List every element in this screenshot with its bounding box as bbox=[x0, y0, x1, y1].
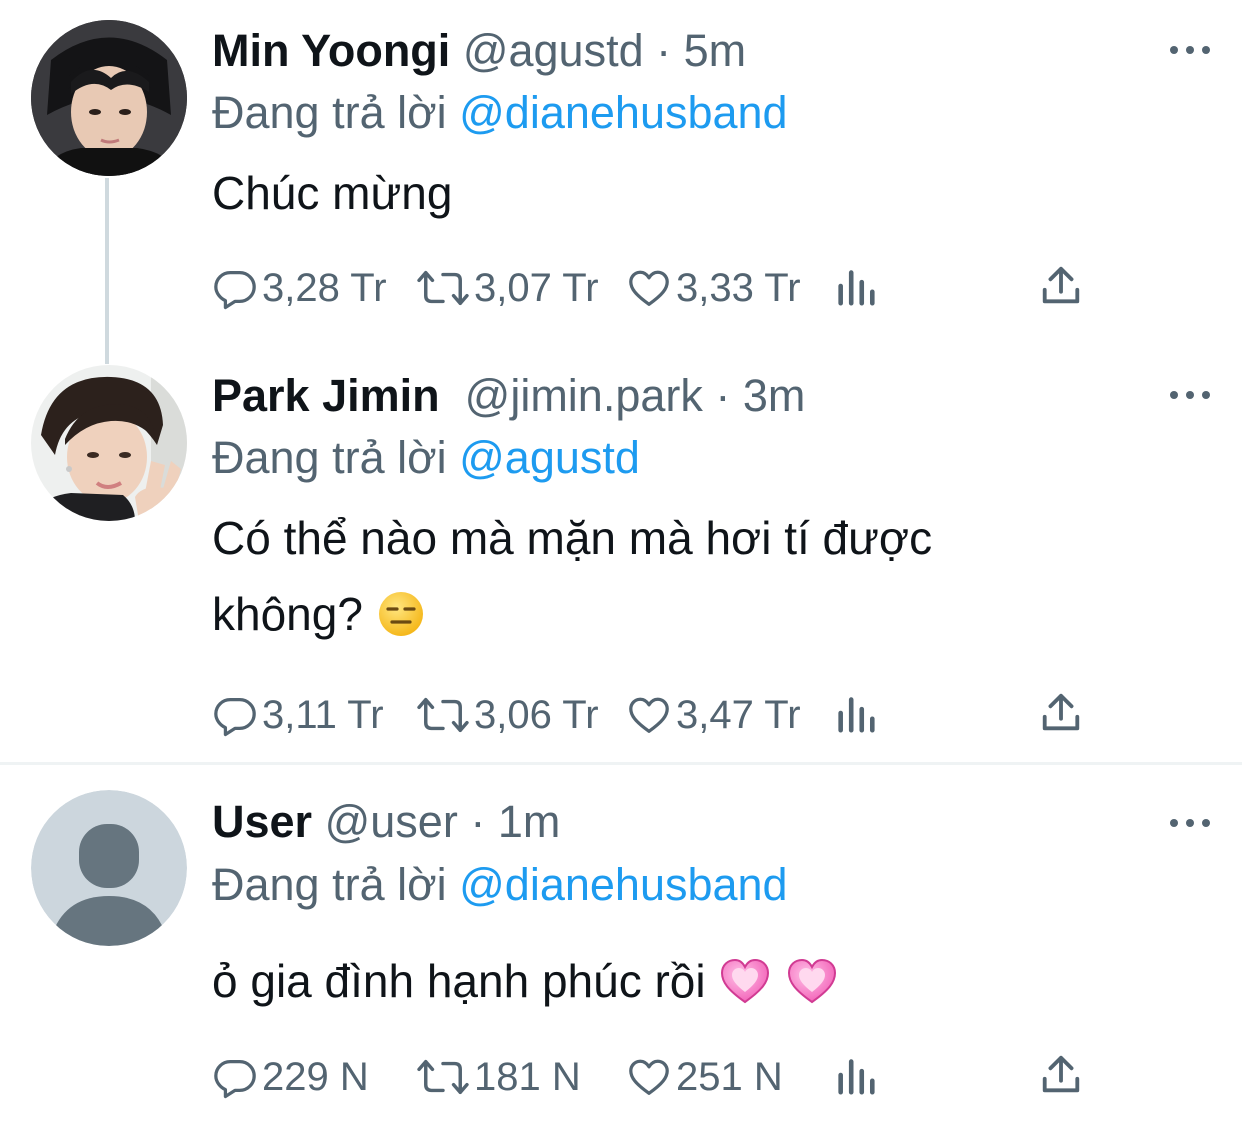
retweet-count: 3,06 Tr bbox=[474, 693, 599, 737]
growing-heart-emoji bbox=[788, 958, 837, 1004]
mention-link[interactable]: @dianehusband bbox=[459, 859, 787, 910]
replying-to-line: Đang trả lời @dianehusband bbox=[212, 88, 788, 138]
replying-to-label: Đang trả lời bbox=[212, 432, 447, 483]
retweet-count: 3,07 Tr bbox=[474, 266, 599, 310]
display-name[interactable]: User bbox=[212, 796, 312, 847]
share-icon bbox=[1042, 693, 1080, 731]
tweet[interactable]: Park Jimin @jimin.park · 3m Đang trả lời… bbox=[0, 345, 1242, 763]
separator: · bbox=[656, 25, 672, 76]
reply-count: 3,28 Tr bbox=[262, 266, 387, 310]
views-button[interactable] bbox=[834, 690, 878, 736]
reply-button[interactable]: 3,11 Tr bbox=[212, 690, 384, 740]
growing-heart-emoji bbox=[721, 958, 770, 1004]
share-button[interactable] bbox=[1038, 263, 1084, 309]
share-icon bbox=[1042, 1055, 1080, 1093]
more-dots-icon[interactable] bbox=[1170, 40, 1210, 60]
mention-link[interactable]: @agustd bbox=[459, 432, 640, 483]
bar-chart-icon bbox=[838, 697, 875, 733]
retweet-icon bbox=[417, 1059, 469, 1095]
avatar[interactable] bbox=[31, 365, 187, 521]
speech-bubble-icon bbox=[214, 698, 256, 737]
tweet-text-line-1: ỏ gia đình hạnh phúc rồi bbox=[212, 943, 1112, 1019]
tweet-text-line: Chúc mừng bbox=[212, 167, 453, 219]
tweet[interactable]: User @user · 1m Đang trả lời @dianehusba… bbox=[0, 765, 1242, 1124]
retweet-count: 181 N bbox=[474, 1055, 581, 1099]
expressionless-face-emoji bbox=[378, 591, 423, 636]
views-button[interactable] bbox=[834, 1052, 878, 1098]
separator: · bbox=[715, 370, 731, 421]
avatar[interactable] bbox=[31, 790, 187, 946]
replying-to-line: Đang trả lời @agustd bbox=[212, 433, 640, 483]
tweet-text: ỏ gia đình hạnh phúc rồi bbox=[212, 943, 1112, 1019]
like-button[interactable]: 3,47 Tr bbox=[626, 690, 801, 740]
user-handle[interactable]: @agustd bbox=[463, 25, 644, 76]
tweet-text-line-2: không? bbox=[212, 576, 1112, 652]
replying-to-label: Đang trả lời bbox=[212, 87, 447, 138]
replying-to-label: Đang trả lời bbox=[212, 859, 447, 910]
action-bar: 229 N 181 N 251 N bbox=[212, 1052, 1092, 1102]
heart-icon bbox=[629, 697, 669, 733]
tweet[interactable]: Min Yoongi @agustd · 5m Đang trả lời @di… bbox=[0, 0, 1242, 345]
bar-chart-icon bbox=[838, 1059, 875, 1095]
bar-chart-icon bbox=[838, 270, 875, 306]
reply-button[interactable]: 229 N bbox=[212, 1052, 369, 1102]
heart-icon bbox=[629, 1059, 669, 1095]
timestamp[interactable]: 1m bbox=[498, 796, 561, 847]
tweet-text: Chúc mừng bbox=[212, 155, 1112, 231]
display-name[interactable]: Min Yoongi bbox=[212, 25, 450, 76]
retweet-icon bbox=[417, 697, 469, 733]
retweet-button[interactable]: 3,07 Tr bbox=[416, 263, 599, 313]
views-button[interactable] bbox=[834, 263, 878, 309]
tweet-header: Min Yoongi @agustd · 5m bbox=[212, 26, 746, 76]
tweet-header: Park Jimin @jimin.park · 3m bbox=[212, 371, 805, 421]
share-button[interactable] bbox=[1038, 1052, 1084, 1098]
tweet-header: User @user · 1m bbox=[212, 797, 560, 847]
share-icon bbox=[1042, 266, 1080, 304]
user-handle[interactable]: @user bbox=[325, 796, 458, 847]
like-button[interactable]: 251 N bbox=[626, 1052, 783, 1102]
tweet-text-line: không? bbox=[212, 588, 363, 640]
more-dots-icon[interactable] bbox=[1170, 385, 1210, 405]
like-count: 251 N bbox=[676, 1055, 783, 1099]
share-button[interactable] bbox=[1038, 690, 1084, 736]
retweet-icon bbox=[417, 270, 469, 306]
heart-icon bbox=[629, 270, 669, 306]
reply-count: 3,11 Tr bbox=[262, 693, 384, 737]
avatar[interactable] bbox=[31, 20, 187, 176]
timestamp[interactable]: 5m bbox=[684, 25, 747, 76]
display-name[interactable]: Park Jimin bbox=[212, 370, 440, 421]
like-button[interactable]: 3,33 Tr bbox=[626, 263, 801, 313]
action-bar: 3,11 Tr 3,06 Tr 3,47 Tr bbox=[212, 690, 1092, 740]
reply-button[interactable]: 3,28 Tr bbox=[212, 263, 387, 313]
retweet-button[interactable]: 3,06 Tr bbox=[416, 690, 599, 740]
speech-bubble-icon bbox=[214, 271, 256, 310]
retweet-button[interactable]: 181 N bbox=[416, 1052, 581, 1102]
tweet-text-line: Có thể nào mà mặn mà hơi tí được bbox=[212, 512, 933, 564]
like-count: 3,33 Tr bbox=[676, 266, 801, 310]
reply-feed: Min Yoongi @agustd · 5m Đang trả lời @di… bbox=[0, 0, 1242, 1124]
like-count: 3,47 Tr bbox=[676, 693, 801, 737]
mention-link[interactable]: @dianehusband bbox=[459, 87, 787, 138]
timestamp[interactable]: 3m bbox=[743, 370, 806, 421]
reply-count: 229 N bbox=[262, 1055, 369, 1099]
tweet-text: Có thể nào mà mặn mà hơi tí được không? bbox=[212, 500, 1112, 652]
tweet-text-line: ỏ gia đình hạnh phúc rồi bbox=[212, 955, 706, 1007]
replying-to-line: Đang trả lời @dianehusband bbox=[212, 860, 788, 910]
action-bar: 3,28 Tr 3,07 Tr 3,33 Tr bbox=[212, 263, 1092, 313]
user-handle[interactable]: @jimin.park bbox=[465, 370, 703, 421]
speech-bubble-icon bbox=[214, 1060, 256, 1099]
more-dots-icon[interactable] bbox=[1170, 813, 1210, 833]
separator: · bbox=[470, 796, 486, 847]
